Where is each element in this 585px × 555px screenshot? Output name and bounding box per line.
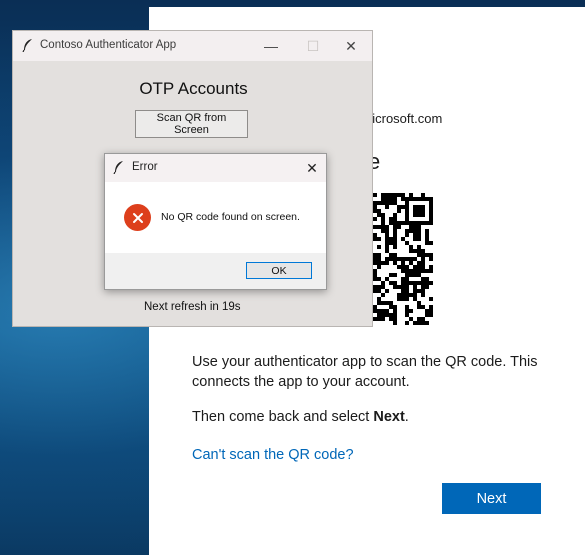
scan-qr-button[interactable]: Scan QR from Screen	[135, 110, 248, 138]
error-dialog-close-button[interactable]: ✕	[301, 157, 323, 179]
qr-code-image	[373, 193, 433, 325]
error-message: No QR code found on screen.	[161, 211, 300, 223]
error-dialog: Error ✕ No QR code found on screen. OK	[104, 153, 327, 290]
minimize-button[interactable]: —	[251, 33, 291, 59]
authenticator-title: Contoso Authenticator App	[40, 39, 177, 51]
authenticator-titlebar[interactable]: Contoso Authenticator App — ☐ ✕	[13, 31, 372, 61]
scan-instructions: Use your authenticator app to scan the Q…	[192, 354, 538, 390]
account-email: nicrosoft.com	[365, 111, 443, 126]
otp-accounts-heading: OTP Accounts	[139, 79, 248, 98]
next-button[interactable]: Next	[442, 483, 541, 514]
ok-button[interactable]: OK	[246, 262, 312, 279]
feather-icon	[22, 38, 34, 57]
refresh-countdown: Next refresh in 19s	[144, 301, 241, 313]
close-button[interactable]: ✕	[331, 33, 371, 59]
error-dialog-title: Error	[132, 161, 158, 173]
error-icon	[124, 204, 151, 231]
feather-icon	[113, 160, 125, 179]
maximize-button[interactable]: ☐	[293, 33, 333, 59]
error-dialog-body: No QR code found on screen.	[105, 182, 326, 253]
error-dialog-titlebar[interactable]: Error ✕	[105, 154, 326, 182]
next-emphasis: Next	[373, 409, 405, 425]
cant-scan-link[interactable]: Can't scan the QR code?	[192, 447, 354, 463]
next-instructions: Then come back and select Next.	[192, 409, 409, 425]
